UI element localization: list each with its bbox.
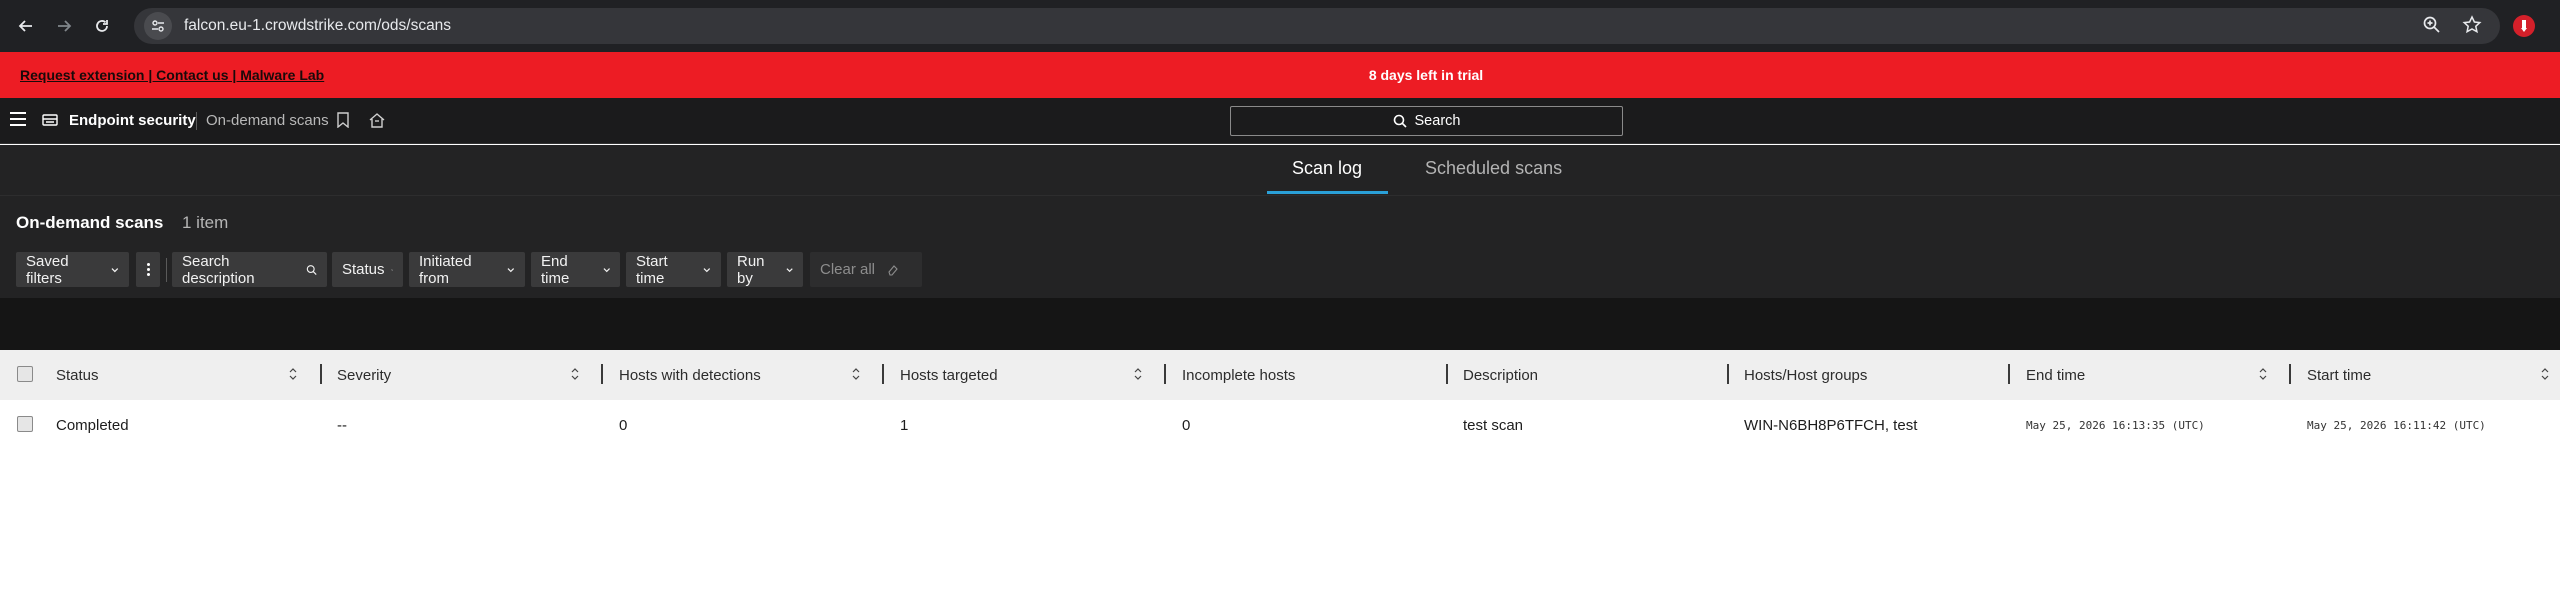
sort-icon[interactable] [851, 367, 861, 381]
cell-hosts-host-groups: WIN-N6BH8P6TFCH, test [1744, 417, 1918, 434]
sort-icon[interactable] [1133, 367, 1143, 381]
content-header: Scan log Scheduled scans On-demand scans… [0, 145, 2560, 298]
forward-icon[interactable] [52, 14, 76, 38]
page-title: On-demand scans [16, 213, 164, 232]
tabs-divider [0, 195, 2560, 196]
bookmark-icon[interactable] [336, 112, 350, 128]
column-header-hosts-targeted[interactable]: Hosts targeted [900, 367, 998, 384]
initiated-from-label: Initiated from [419, 252, 472, 287]
column-header-end-time[interactable]: End time [2026, 367, 2085, 384]
cell-hosts-targeted: 1 [900, 417, 909, 434]
end-time-filter-label: End time [541, 252, 570, 287]
cell-severity: -- [337, 417, 347, 434]
menu-icon[interactable] [10, 112, 26, 126]
chevron-down-icon [390, 268, 393, 271]
trial-banner: Request extension | Contact us | Malware… [0, 52, 2560, 98]
column-header-status[interactable]: Status [56, 367, 99, 384]
search-icon [1393, 114, 1407, 128]
app-header: Endpoint security On-demand scans Search [0, 98, 2560, 144]
sort-icon[interactable] [2258, 367, 2268, 381]
column-header-description[interactable]: Description [1463, 367, 1538, 384]
back-icon[interactable] [14, 14, 38, 38]
select-all-checkbox[interactable] [17, 366, 33, 382]
sort-icon[interactable] [2540, 367, 2550, 381]
more-options-button[interactable] [136, 252, 160, 287]
row-checkbox[interactable] [17, 416, 33, 432]
chevron-down-icon [603, 267, 610, 272]
item-count: 1 item [182, 213, 229, 232]
cell-incomplete-hosts: 0 [1182, 417, 1191, 434]
global-search-button[interactable]: Search [1230, 106, 1623, 136]
clear-all-button[interactable]: Clear all [810, 252, 922, 287]
chevron-down-icon [703, 267, 711, 272]
column-resizer[interactable] [601, 364, 603, 384]
product-name[interactable]: Endpoint security [69, 112, 196, 129]
kebab-icon [146, 261, 150, 278]
run-by-filter[interactable]: Run by [727, 252, 803, 287]
reload-icon[interactable] [90, 14, 114, 38]
column-resizer[interactable] [2008, 364, 2010, 384]
table-header: Status Severity Hosts with detections Ho… [0, 350, 2560, 400]
eraser-icon [888, 264, 898, 276]
saved-filters-label: Saved filters [26, 252, 69, 287]
sort-icon[interactable] [288, 367, 298, 381]
zoom-icon[interactable] [2422, 15, 2442, 35]
column-resizer[interactable] [320, 364, 322, 384]
search-icon [306, 264, 317, 275]
cell-end-time: May 25, 2026 16:13:35 (UTC) [2026, 419, 2205, 432]
browser-toolbar: falcon.eu-1.crowdstrike.com/ods/scans [0, 0, 2560, 52]
chevron-down-icon [507, 267, 515, 272]
header-divider [196, 112, 197, 130]
cell-start-time: May 25, 2026 16:11:42 (UTC) [2307, 419, 2486, 432]
start-time-filter-label: Start time [636, 252, 668, 287]
endpoint-security-icon [42, 114, 58, 126]
cell-status: Completed [56, 417, 129, 434]
tab-scan-log[interactable]: Scan log [1292, 158, 1362, 179]
column-header-start-time[interactable]: Start time [2307, 367, 2371, 384]
search-label: Search [1414, 113, 1461, 129]
filter-divider [166, 258, 167, 282]
trial-countdown: 8 days left in trial [1368, 67, 1484, 83]
cell-description: test scan [1463, 417, 1524, 434]
chevron-down-icon [786, 267, 793, 272]
start-time-filter[interactable]: Start time [626, 252, 721, 287]
table-row[interactable]: Completed -- 0 1 0 test scan WIN-N6BH8P6… [0, 400, 2560, 452]
search-description-label: Search description [182, 252, 255, 287]
column-resizer[interactable] [1727, 364, 1729, 384]
run-by-filter-label: Run by [737, 252, 765, 287]
sort-icon[interactable] [570, 367, 580, 381]
toolbar-band [0, 298, 2560, 350]
column-header-hosts-with-detections[interactable]: Hosts with detections [619, 367, 761, 384]
column-header-hosts-host-groups[interactable]: Hosts/Host groups [1744, 367, 1867, 384]
breadcrumb: On-demand scans [206, 112, 329, 129]
clear-all-label: Clear all [820, 261, 876, 278]
end-time-filter[interactable]: End time [531, 252, 620, 287]
extension-icon[interactable] [2512, 14, 2536, 38]
tab-scheduled-scans[interactable]: Scheduled scans [1425, 158, 1562, 179]
chevron-down-icon [111, 267, 119, 272]
column-header-incomplete-hosts[interactable]: Incomplete hosts [1182, 367, 1295, 384]
site-settings-icon[interactable] [144, 12, 172, 40]
column-resizer[interactable] [1164, 364, 1166, 384]
column-header-severity[interactable]: Severity [337, 367, 391, 384]
cell-hosts-with-detections: 0 [619, 417, 628, 434]
column-resizer[interactable] [882, 364, 884, 384]
address-bar[interactable]: falcon.eu-1.crowdstrike.com/ods/scans [134, 8, 2500, 44]
bookmark-star-icon[interactable] [2462, 15, 2482, 35]
column-resizer[interactable] [2289, 364, 2291, 384]
status-filter-label: Status [342, 261, 385, 278]
search-description-filter[interactable]: Search description [172, 252, 327, 287]
column-resizer[interactable] [1446, 364, 1448, 384]
initiated-from-filter[interactable]: Initiated from [409, 252, 525, 287]
saved-filters-dropdown[interactable]: Saved filters [16, 252, 129, 287]
status-filter[interactable]: Status [332, 252, 403, 287]
home-icon[interactable] [368, 111, 386, 129]
active-tab-indicator [1267, 191, 1388, 194]
url-text[interactable]: falcon.eu-1.crowdstrike.com/ods/scans [184, 17, 451, 35]
